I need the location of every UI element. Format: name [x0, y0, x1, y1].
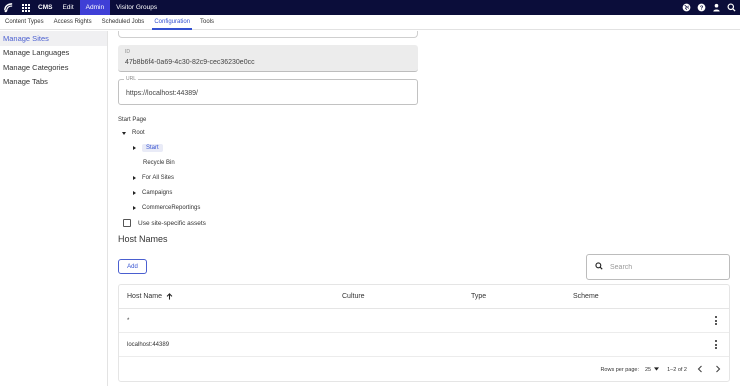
main-content: ID 47b8b6f4-0a69-4c30-82c9-cec36230e0cc …	[108, 31, 740, 386]
admin-sub-navigation: Content Types Access Rights Scheduled Jo…	[0, 15, 740, 30]
host-names-title: Host Names	[118, 234, 168, 244]
add-host-button[interactable]: Add	[118, 259, 147, 274]
expand-right-icon[interactable]	[133, 146, 136, 150]
rows-per-page-select[interactable]: 25	[645, 366, 660, 373]
expand-right-icon[interactable]	[133, 206, 136, 210]
site-id-label: ID	[125, 49, 130, 55]
site-name-field[interactable]	[118, 31, 418, 38]
sidebar-item-manage-languages[interactable]: Manage Languages	[0, 46, 107, 61]
optimizely-logo-icon[interactable]	[0, 0, 16, 15]
tab-content-types[interactable]: Content Types	[0, 15, 49, 30]
site-id-value: 47b8b6f4-0a69-4c30-82c9-cec36230e0cc	[125, 59, 255, 66]
tree-node-start[interactable]: Start	[133, 142, 163, 154]
sidebar-item-manage-categories[interactable]: Manage Categories	[0, 60, 107, 75]
host-search-input[interactable]	[610, 263, 710, 271]
top-navigation-bar: CMS Edit Admin Visitor Groups ?	[0, 0, 740, 15]
column-scheme[interactable]: Scheme	[573, 293, 599, 300]
previous-page-icon[interactable]	[697, 365, 703, 375]
search-icon	[595, 262, 603, 272]
rows-per-page-label: Rows per page:	[600, 366, 639, 373]
table-row[interactable]: *	[119, 309, 729, 333]
table-row[interactable]: localhost:44389	[119, 333, 729, 357]
sort-arrow-up-icon[interactable]	[166, 293, 173, 300]
site-url-value[interactable]: https://localhost:44389/	[126, 90, 198, 97]
site-id-field: ID 47b8b6f4-0a69-4c30-82c9-cec36230e0cc	[118, 45, 418, 72]
site-url-label: URL	[124, 76, 139, 82]
row-menu-icon[interactable]	[714, 316, 717, 325]
pagination-range: 1–2 of 2	[667, 366, 687, 373]
column-culture[interactable]: Culture	[342, 293, 365, 300]
tree-node-campaigns[interactable]: Campaigns	[133, 187, 172, 199]
help-icon[interactable]: ?	[697, 3, 706, 12]
expand-down-icon[interactable]	[122, 131, 126, 135]
svg-text:?: ?	[700, 6, 704, 12]
cms-label[interactable]: CMS	[34, 0, 56, 15]
sidebar: Manage Sites Manage Languages Manage Cat…	[0, 31, 108, 386]
tree-node-for-all-sites[interactable]: For All Sites	[133, 172, 174, 184]
globe-icon[interactable]	[682, 3, 691, 12]
table-pagination: Rows per page: 25 1–2 of 2	[119, 357, 729, 382]
tree-node-commercereportings[interactable]: CommerceReportings	[133, 202, 200, 214]
expand-right-icon[interactable]	[133, 176, 136, 180]
next-page-icon[interactable]	[715, 365, 721, 375]
tab-tools[interactable]: Tools	[195, 15, 219, 30]
sidebar-item-manage-sites[interactable]: Manage Sites	[0, 31, 107, 46]
host-name-cell: *	[127, 318, 130, 324]
start-page-label: Start Page	[118, 117, 147, 123]
search-icon[interactable]	[727, 3, 736, 12]
table-header: Host Name Culture Type Scheme	[119, 285, 729, 309]
tree-node-root[interactable]: Root	[122, 127, 145, 139]
tab-scheduled-jobs[interactable]: Scheduled Jobs	[97, 15, 150, 30]
column-host-name[interactable]: Host Name	[127, 293, 173, 300]
topbar-edit[interactable]: Edit	[56, 0, 79, 15]
row-menu-icon[interactable]	[714, 340, 717, 349]
app-grid-icon[interactable]	[18, 0, 34, 15]
dropdown-arrow-icon	[654, 366, 660, 373]
user-icon[interactable]	[712, 3, 721, 12]
site-specific-assets-checkbox[interactable]	[123, 219, 131, 227]
sidebar-item-manage-tabs[interactable]: Manage Tabs	[0, 75, 107, 90]
tab-configuration[interactable]: Configuration	[149, 15, 195, 30]
host-search-field[interactable]	[586, 254, 730, 280]
expand-right-icon[interactable]	[133, 191, 136, 195]
topbar-visitor-groups[interactable]: Visitor Groups	[110, 0, 163, 15]
site-url-field[interactable]: URL https://localhost:44389/	[118, 76, 418, 105]
host-name-cell: localhost:44389	[127, 342, 170, 348]
column-type[interactable]: Type	[471, 293, 486, 300]
tree-node-recycle-bin[interactable]: Recycle Bin	[143, 157, 175, 169]
topbar-admin[interactable]: Admin	[79, 0, 111, 15]
site-specific-assets-row[interactable]: Use site-specific assets	[123, 219, 206, 227]
site-specific-assets-label: Use site-specific assets	[138, 219, 206, 227]
host-names-table: Host Name Culture Type Scheme * localhos…	[118, 284, 730, 382]
tab-access-rights[interactable]: Access Rights	[49, 15, 97, 30]
